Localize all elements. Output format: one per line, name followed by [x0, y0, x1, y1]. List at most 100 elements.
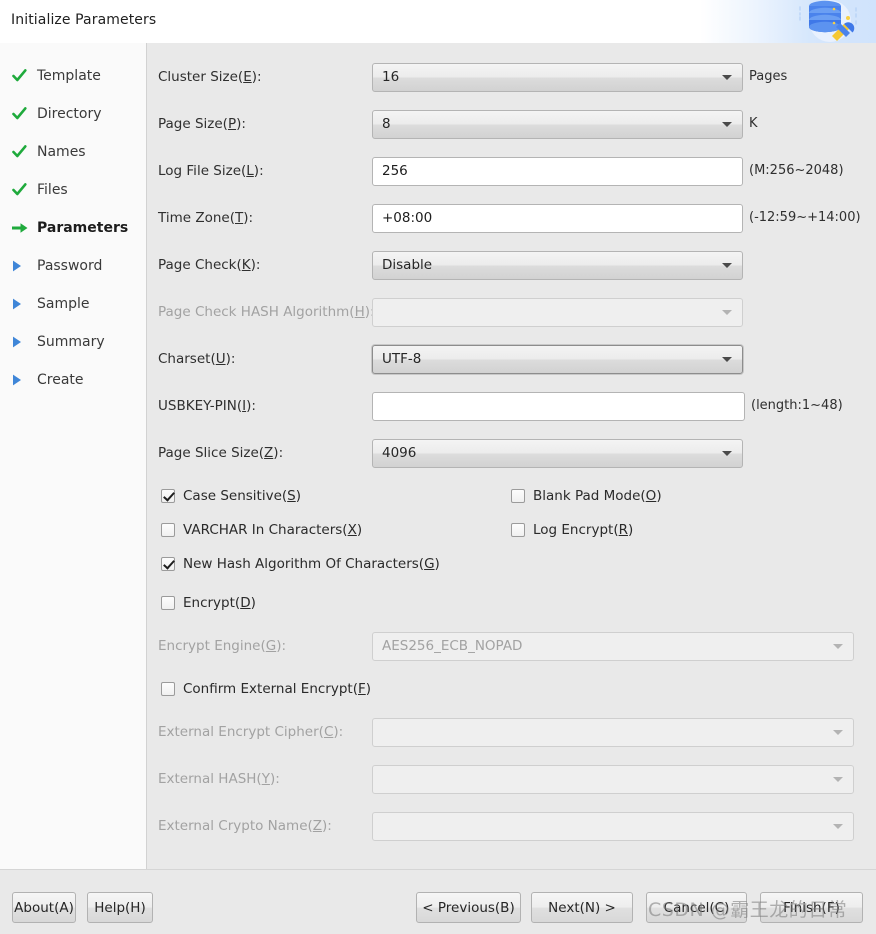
sidebar-item-label: Directory	[37, 106, 102, 122]
checkbox-box[interactable]	[511, 489, 525, 503]
time-zone-input[interactable]: +08:00	[372, 203, 743, 233]
previous-button[interactable]: < Previous(B)	[416, 892, 521, 923]
field-row-encrypt-engine: Encrypt Engine(G): AES256_ECB_NOPAD	[147, 631, 876, 661]
sidebar-item-template[interactable]: Template	[0, 57, 146, 95]
field-row-log-file-size: Log File Size(L): 256 (M:256~2048)	[147, 156, 876, 186]
chevron-down-icon	[833, 644, 843, 649]
sidebar-item-sample[interactable]: Sample	[0, 285, 146, 323]
external-hash-dropdown	[372, 764, 854, 794]
sidebar-item-summary[interactable]: Summary	[0, 323, 146, 361]
triangle-right-icon	[12, 260, 32, 272]
initialize-parameters-wizard: Initialize Parameters Template Directory…	[0, 0, 876, 934]
time-zone-label: Time Zone(T):	[158, 210, 254, 226]
chevron-down-icon	[722, 263, 732, 268]
sidebar-item-label: Parameters	[37, 220, 129, 236]
checkbox-new-hash-algorithm[interactable]: New Hash Algorithm Of Characters(G)	[161, 556, 440, 572]
wizard-footer: About(A) Help(H) < Previous(B) Next(N) >…	[0, 869, 876, 934]
cluster-size-value: 16	[382, 69, 400, 85]
help-button[interactable]: Help(H)	[87, 892, 153, 923]
field-row-external-hash: External HASH(Y):	[147, 764, 876, 794]
external-hash-label: External HASH(Y):	[158, 771, 280, 787]
sidebar-item-label: Names	[37, 144, 86, 160]
finish-button[interactable]: Finish(F)	[760, 892, 863, 923]
sidebar-item-label: Sample	[37, 296, 90, 312]
log-file-size-label: Log File Size(L):	[158, 163, 264, 179]
page-check-dropdown[interactable]: Disable	[372, 250, 743, 280]
page-size-value: 8	[382, 116, 391, 132]
checkbox-box[interactable]	[511, 523, 525, 537]
page-size-suffix: K	[749, 116, 758, 131]
checkbox-label: Case Sensitive(S)	[183, 488, 302, 504]
chevron-down-icon	[833, 730, 843, 735]
checkbox-box[interactable]	[161, 682, 175, 696]
page-slice-size-label: Page Slice Size(Z):	[158, 445, 284, 461]
chevron-down-icon	[833, 824, 843, 829]
field-row-cluster-size: Cluster Size(E): 16 Pages	[147, 62, 876, 92]
checkbox-box[interactable]	[161, 523, 175, 537]
chevron-down-icon	[722, 310, 732, 315]
external-crypto-name-label: External Crypto Name(Z):	[158, 818, 332, 834]
usbkey-pin-input[interactable]	[372, 391, 745, 421]
encrypt-engine-dropdown: AES256_ECB_NOPAD	[372, 631, 854, 661]
checkbox-varchar-in-characters[interactable]: VARCHAR In Characters(X)	[161, 522, 362, 538]
checkbox-case-sensitive[interactable]: Case Sensitive(S)	[161, 488, 301, 504]
check-icon	[12, 145, 32, 159]
sidebar-item-label: Password	[37, 258, 103, 274]
checkbox-log-encrypt[interactable]: Log Encrypt(R)	[511, 522, 633, 538]
page-check-hash-label: Page Check HASH Algorithm(H):	[158, 304, 375, 320]
external-encrypt-cipher-dropdown	[372, 717, 854, 747]
chevron-down-icon	[722, 75, 732, 80]
parameters-form: Cluster Size(E): 16 Pages Page Size(P): …	[147, 43, 876, 869]
titlebar-banner	[700, 0, 876, 43]
page-check-hash-dropdown	[372, 297, 743, 327]
checkbox-label: Blank Pad Mode(O)	[533, 488, 662, 504]
field-row-page-check: Page Check(K): Disable	[147, 250, 876, 280]
checkbox-confirm-external-encrypt[interactable]: Confirm External Encrypt(F)	[161, 681, 371, 697]
triangle-right-icon	[12, 336, 32, 348]
external-encrypt-cipher-label: External Encrypt Cipher(C):	[158, 724, 344, 740]
sidebar-item-files[interactable]: Files	[0, 171, 146, 209]
checkbox-label: VARCHAR In Characters(X)	[183, 522, 363, 538]
checkbox-box[interactable]	[161, 557, 175, 571]
checkbox-label: Log Encrypt(R)	[533, 522, 634, 538]
page-slice-size-dropdown[interactable]: 4096	[372, 438, 743, 468]
chevron-down-icon	[722, 357, 732, 362]
sidebar-item-create[interactable]: Create	[0, 361, 146, 399]
about-button[interactable]: About(A)	[12, 892, 76, 923]
checkbox-blank-pad-mode[interactable]: Blank Pad Mode(O)	[511, 488, 662, 504]
sidebar-item-label: Template	[37, 68, 101, 84]
chevron-down-icon	[722, 451, 732, 456]
cluster-size-dropdown[interactable]: 16	[372, 62, 743, 92]
log-file-size-input[interactable]: 256	[372, 156, 743, 186]
check-icon	[12, 69, 32, 83]
sidebar-item-password[interactable]: Password	[0, 247, 146, 285]
charset-value: UTF-8	[382, 351, 422, 367]
field-row-charset: Charset(U): UTF-8	[147, 344, 876, 374]
page-check-label: Page Check(K):	[158, 257, 261, 273]
field-row-page-size: Page Size(P): 8 K	[147, 109, 876, 139]
sidebar-item-directory[interactable]: Directory	[0, 95, 146, 133]
charset-dropdown[interactable]: UTF-8	[372, 344, 743, 374]
database-tools-icon	[799, 0, 857, 42]
page-size-dropdown[interactable]: 8	[372, 109, 743, 139]
checkbox-encrypt[interactable]: Encrypt(D)	[161, 595, 256, 611]
field-row-external-encrypt-cipher: External Encrypt Cipher(C):	[147, 717, 876, 747]
check-icon	[12, 107, 32, 121]
sidebar-item-names[interactable]: Names	[0, 133, 146, 171]
window-titlebar: Initialize Parameters	[0, 0, 876, 43]
page-size-label: Page Size(P):	[158, 116, 246, 132]
time-zone-suffix: (-12:59~+14:00)	[749, 210, 861, 225]
sidebar-item-parameters[interactable]: Parameters	[0, 209, 146, 247]
checkbox-box[interactable]	[161, 489, 175, 503]
log-file-size-value: 256	[382, 163, 408, 179]
field-row-page-slice-size: Page Slice Size(Z): 4096	[147, 438, 876, 468]
next-button[interactable]: Next(N) >	[531, 892, 633, 923]
cancel-button[interactable]: Cancel(C)	[646, 892, 747, 923]
cluster-size-suffix: Pages	[749, 69, 788, 84]
window-title: Initialize Parameters	[11, 12, 157, 28]
external-crypto-name-dropdown	[372, 811, 854, 841]
checkbox-box[interactable]	[161, 596, 175, 610]
triangle-right-icon	[12, 374, 32, 386]
chevron-down-icon	[833, 777, 843, 782]
sidebar-item-label: Summary	[37, 334, 105, 350]
